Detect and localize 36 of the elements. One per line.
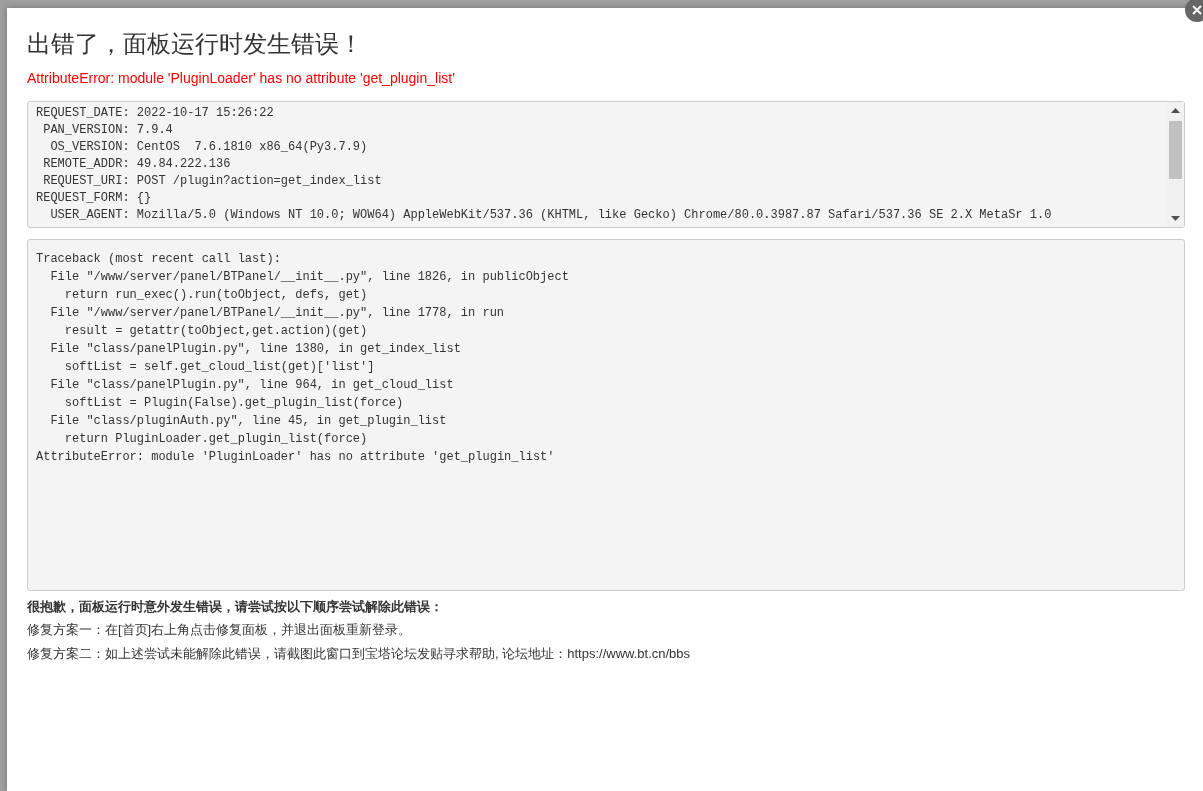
traceback-header: Traceback (most recent call last):: [36, 251, 282, 268]
traceback-code: softList = self.get_cloud_list(get)['list']: [63, 359, 376, 376]
close-icon[interactable]: [1192, 5, 1202, 15]
info-value: POST /plugin?action=get_index_list: [136, 173, 382, 190]
info-value: 2022-10-17 15:26:22: [136, 105, 274, 122]
traceback-location: File "/www/server/panel/BTPanel/__init__.py", line 1778, in run: [49, 305, 506, 322]
info-label: REQUEST_DATE:: [36, 105, 130, 122]
traceback-error: AttributeError: module 'PluginLoader' has no attribute 'get_plugin_list': [36, 449, 556, 466]
info-value: CentOS 7.6.1810 x86_64(Py3.7.9): [136, 139, 368, 156]
info-label: REQUEST_FORM:: [36, 190, 130, 207]
info-label: REMOTE_ADDR:: [42, 156, 130, 173]
traceback-location: File "class/panelPlugin.py", line 1380, in get_index_list: [49, 341, 462, 358]
info-value: {}: [136, 190, 152, 207]
traceback-location: File "class/pluginAuth.py", line 45, in get_plugin_list: [49, 413, 448, 430]
error-message: AttributeError: module 'PluginLoader' has no attribute 'get_plugin_list': [27, 69, 456, 88]
scrollbar[interactable]: [1167, 102, 1184, 227]
info-value: 49.84.222.136: [136, 156, 231, 173]
scrollbar-thumb[interactable]: [1169, 121, 1182, 179]
dialog-title: 出错了，面板运行时发生错误！: [27, 29, 364, 59]
scroll-down-icon[interactable]: [1171, 216, 1180, 221]
info-label: OS_VERSION:: [49, 139, 130, 156]
traceback-code: softList = Plugin(False).get_plugin_list(force): [63, 395, 405, 412]
traceback-code: return run_exec().run(toObject, defs, get): [63, 287, 369, 304]
traceback-code: return PluginLoader.get_plugin_list(force): [63, 431, 369, 448]
info-label: REQUEST_URI:: [42, 173, 130, 190]
info-label: PAN_VERSION:: [42, 122, 130, 139]
help-heading: 很抱歉，面板运行时意外发生错误，请尝试按以下顺序尝试解除此错误：: [27, 598, 444, 616]
info-label: USER_AGENT:: [49, 207, 130, 224]
info-value: Mozilla/5.0 (Windows NT 10.0; WOW64) AppleWebKit/537.36 (KHTML, like Gecko) Chrome/80.0.3987.87 Safari/537.36 SE 2.X MetaSr 1.0: [136, 207, 1052, 224]
traceback-location: File "class/panelPlugin.py", line 964, in get_cloud_list: [49, 377, 455, 394]
traceback-location: File "/www/server/panel/BTPanel/__init__.py", line 1826, in publicObject: [49, 269, 570, 286]
help-step: 修复方案一：在[首页]右上角点击修复面板，并退出面板重新登录。: [27, 618, 1185, 642]
traceback-code: result = getattr(toObject,get.action)(get): [63, 323, 369, 340]
info-value: 7.9.4: [136, 122, 173, 139]
help-step: 修复方案二：如上述尝试未能解除此错误，请截图此窗口到宝塔论坛发贴寻求帮助, 论坛地址：https://www.bt.cn/bbs: [27, 642, 1185, 666]
scroll-up-icon[interactable]: [1171, 108, 1180, 113]
